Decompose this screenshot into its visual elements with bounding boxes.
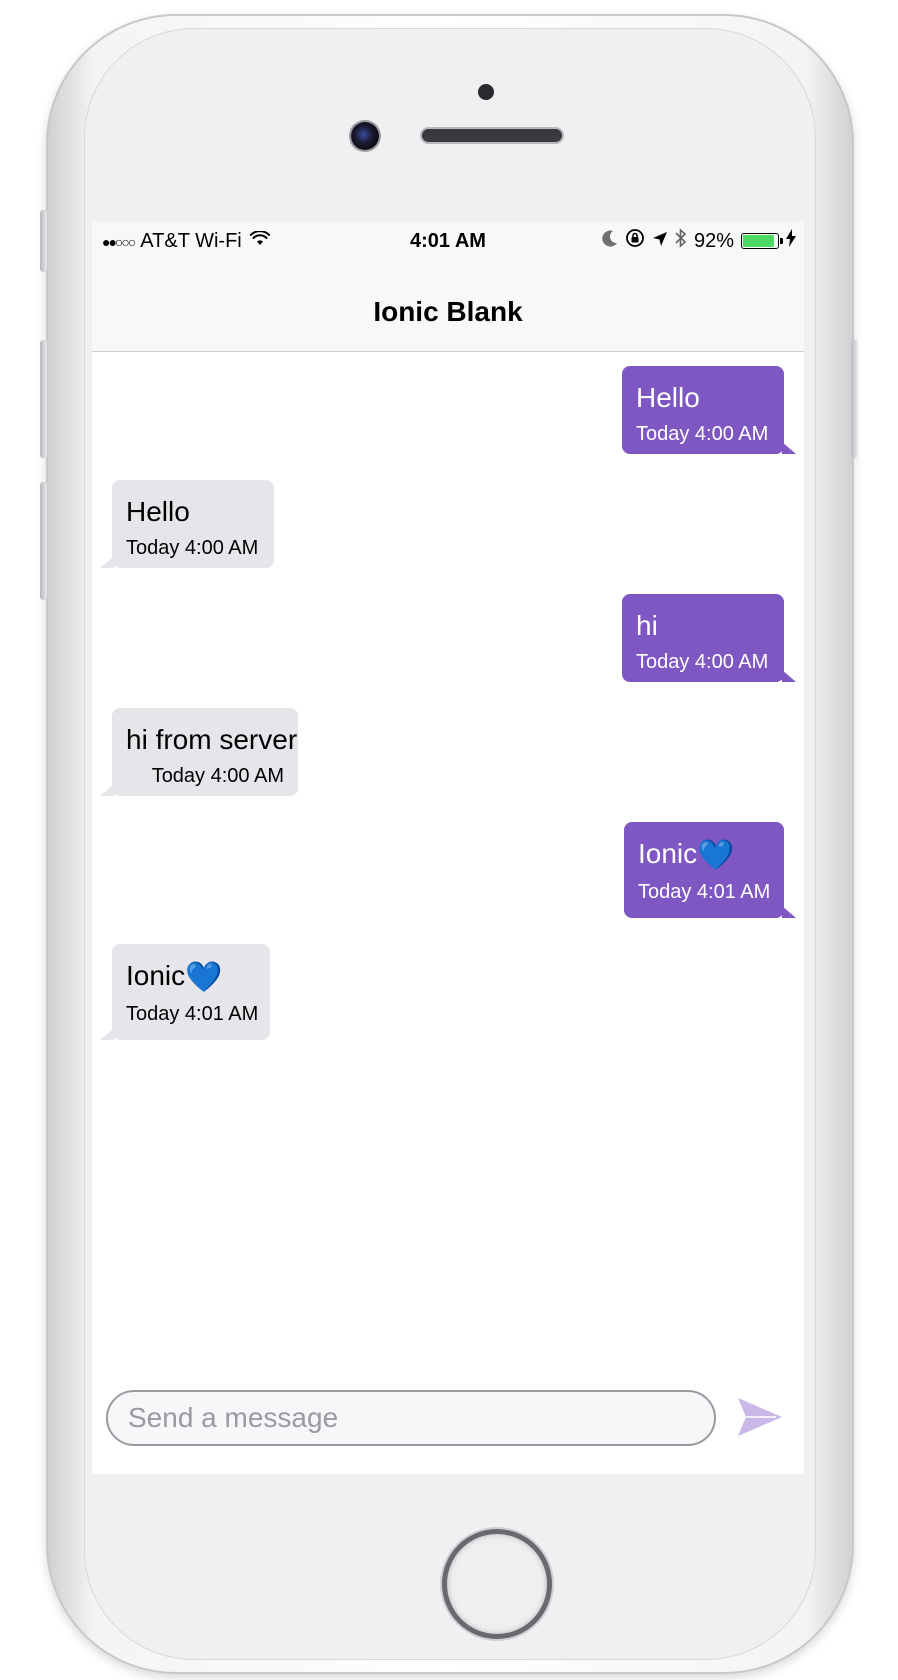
message-text: Ionic: [638, 838, 698, 869]
message-timestamp: Today 4:01 AM: [638, 881, 771, 903]
home-button[interactable]: [442, 1529, 552, 1639]
battery-icon: [741, 233, 783, 249]
bubble-tail: [782, 670, 796, 682]
proximity-sensor: [478, 84, 494, 100]
message-timestamp: Today 4:00 AM: [126, 537, 259, 559]
message-timestamp: Today 4:00 AM: [151, 765, 284, 787]
status-right: 92%: [602, 228, 796, 254]
message-timestamp: Today 4:01 AM: [126, 1003, 259, 1025]
bubble-tail: [100, 1028, 114, 1040]
bubble-tail: [100, 556, 114, 568]
send-button[interactable]: [732, 1392, 788, 1444]
message-bubble-outgoing[interactable]: Ionic💙 Today 4:01 AM: [624, 822, 796, 918]
bluetooth-icon: [675, 228, 687, 254]
mute-switch[interactable]: [40, 210, 47, 272]
page-title: Ionic Blank: [373, 296, 523, 327]
message-bubble-outgoing[interactable]: hi Today 4:00 AM: [622, 594, 796, 682]
message-composer: [92, 1382, 804, 1474]
message-bubble-incoming[interactable]: Ionic💙 Today 4:01 AM: [100, 944, 270, 1040]
message-text: hi: [636, 610, 658, 641]
volume-down-button[interactable]: [40, 482, 47, 600]
bubble-tail: [782, 906, 796, 918]
message-text: hi from server: [126, 724, 298, 755]
message-input[interactable]: [106, 1390, 716, 1446]
app-screen: ●●○○○ AT&T Wi-Fi 4:01 AM 92% Ionic Blank…: [92, 222, 804, 1474]
volume-up-button[interactable]: [40, 340, 47, 458]
bubble-tail: [782, 442, 796, 454]
charging-bolt-icon: [786, 229, 796, 253]
power-button[interactable]: [851, 340, 858, 458]
blue-heart-emoji-icon: 💙: [185, 960, 223, 995]
battery-fill: [743, 235, 775, 247]
message-text-line: Ionic💙: [638, 838, 770, 872]
status-bar: ●●○○○ AT&T Wi-Fi 4:01 AM 92%: [92, 222, 804, 262]
message-bubble-incoming[interactable]: hi from server Today 4:00 AM: [100, 708, 298, 796]
bubble-tail: [100, 784, 114, 796]
front-camera: [351, 122, 379, 150]
message-timestamp: Today 4:00 AM: [636, 423, 769, 445]
message-list[interactable]: Hello Today 4:00 AM Hello Today 4:00 AM …: [92, 352, 804, 1352]
location-arrow-icon: [652, 230, 668, 253]
message-text: Hello: [636, 382, 700, 413]
navigation-bar: Ionic Blank: [92, 262, 804, 352]
send-icon: [736, 1397, 784, 1442]
message-bubble-outgoing[interactable]: Hello Today 4:00 AM: [622, 366, 796, 454]
message-timestamp: Today 4:00 AM: [636, 651, 769, 673]
blue-heart-emoji-icon: 💙: [697, 838, 735, 873]
message-text: Ionic: [126, 960, 186, 991]
moon-icon: [602, 229, 618, 253]
message-text-line: Ionic💙: [126, 960, 256, 994]
battery-percent: 92%: [693, 229, 734, 252]
earpiece-speaker: [422, 129, 562, 142]
message-bubble-incoming[interactable]: Hello Today 4:00 AM: [100, 480, 274, 568]
orientation-lock-icon: [625, 228, 645, 254]
message-text: Hello: [126, 496, 190, 527]
